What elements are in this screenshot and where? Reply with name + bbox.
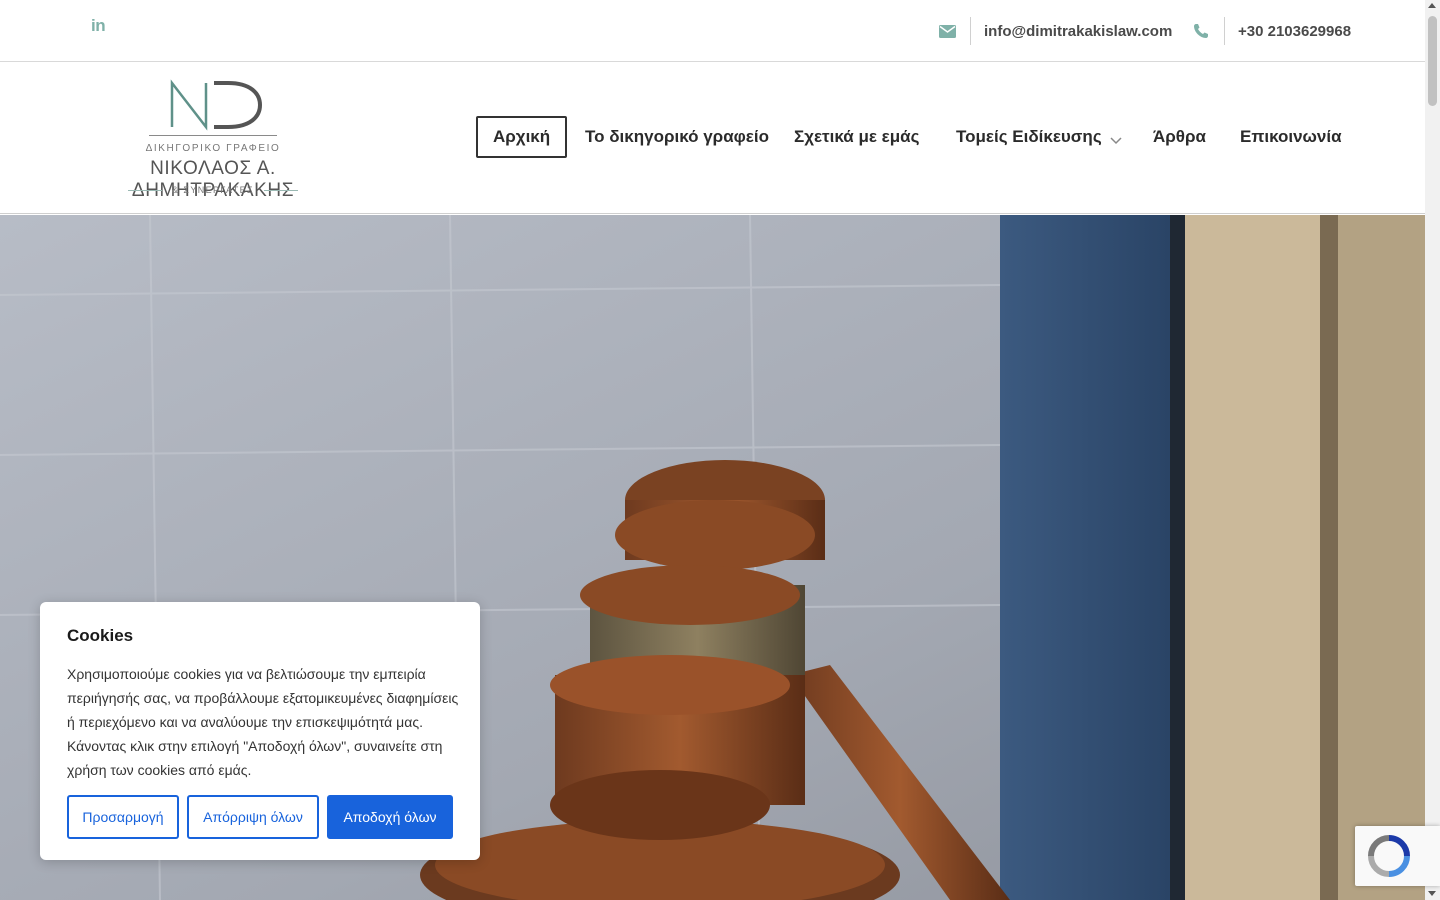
nav-item-wrapper: Άρθρα — [1153, 116, 1206, 158]
nav-item-wrapper: Τομείς Ειδίκευσης — [956, 116, 1122, 158]
cookie-description: Χρησιμοποιούμε cookies για να βελτιώσουμ… — [67, 666, 459, 778]
site-header: ΔΙΚΗΓΟΡΙΚΟ ΓΡΑΦΕΙΟ ΝΙΚΟΛΑΟΣ Α. ΔΗΜΗΤΡΑΚΑ… — [0, 63, 1425, 214]
logo-rule — [263, 189, 298, 191]
site-logo[interactable]: ΔΙΚΗΓΟΡΙΚΟ ΓΡΑΦΕΙΟ ΝΙΚΟΛΑΟΣ Α. ΔΗΜΗΤΡΑΚΑ… — [76, 77, 350, 201]
cookie-consent-dialog: Cookies Χρησιμοποιούμε cookies για να βε… — [40, 602, 480, 860]
phone-icon — [1192, 22, 1210, 40]
cookie-title: Cookies — [67, 626, 134, 645]
nav-item-home[interactable]: Αρχική — [476, 116, 568, 158]
chevron-down-icon — [1110, 131, 1122, 145]
scroll-down-arrow[interactable] — [1428, 891, 1436, 896]
scroll-thumb[interactable] — [1428, 16, 1437, 106]
envelope-icon — [938, 22, 956, 40]
nav-item-articles[interactable]: Άρθρα — [1153, 116, 1206, 158]
reject-all-button[interactable]: Απόρριψη όλων — [187, 795, 319, 839]
phone-link[interactable]: +30 2103629968 — [1238, 23, 1351, 40]
nav-item-law-firm[interactable]: Το δικηγορικό γραφείο — [585, 116, 769, 158]
logo-monogram — [166, 77, 266, 133]
logo-rule — [128, 189, 163, 191]
logo-subtitle: ΔΙΚΗΓΟΡΙΚΟ ΓΡΑΦΕΙΟ — [145, 143, 281, 154]
top-bar: in info@dimitrakakislaw.com +30 21036299… — [0, 0, 1425, 62]
nav-item-wrapper: Το δικηγορικό γραφείο — [585, 116, 769, 158]
logo-tagline-row: & ΣΥΝΕΡΓΑΤΕΣ — [76, 185, 350, 195]
email-contact[interactable]: info@dimitrakakislaw.com — [938, 0, 1172, 62]
nav-item-about[interactable]: Σχετικά με εμάς — [794, 116, 919, 158]
email-link[interactable]: info@dimitrakakislaw.com — [984, 23, 1172, 40]
linkedin-icon[interactable]: in — [91, 16, 111, 36]
nav-item-wrapper: Σχετικά με εμάς — [794, 116, 919, 158]
nav-item-label: Τομείς Ειδίκευσης — [956, 127, 1102, 146]
customize-button[interactable]: Προσαρμογή — [67, 795, 179, 839]
divider — [1224, 17, 1225, 45]
phone-contact[interactable]: +30 2103629968 — [1192, 0, 1351, 62]
accept-all-button[interactable]: Αποδοχή όλων — [327, 795, 453, 839]
nav-item-practice-areas[interactable]: Τομείς Ειδίκευσης — [956, 116, 1122, 158]
divider — [970, 17, 971, 45]
logo-tagline: & ΣΥΝΕΡΓΑΤΕΣ — [172, 185, 254, 195]
nav-item-wrapper: Επικοινωνία — [1240, 116, 1342, 158]
recaptcha-icon — [1368, 835, 1410, 877]
main-navigation: Αρχική — [476, 116, 568, 158]
page-scrollbar[interactable] — [1425, 0, 1440, 900]
logo-name: ΝΙΚΟΛΑΟΣ Α. ΔΗΜΗΤΡΑΚΑΚΗΣ — [131, 158, 295, 201]
recaptcha-badge[interactable] — [1355, 826, 1440, 886]
nav-item-contact[interactable]: Επικοινωνία — [1240, 116, 1342, 158]
cookie-buttons: Προσαρμογή Απόρριψη όλων Αποδοχή όλων — [67, 795, 461, 839]
scroll-up-arrow[interactable] — [1428, 3, 1436, 8]
logo-rule — [149, 135, 277, 136]
